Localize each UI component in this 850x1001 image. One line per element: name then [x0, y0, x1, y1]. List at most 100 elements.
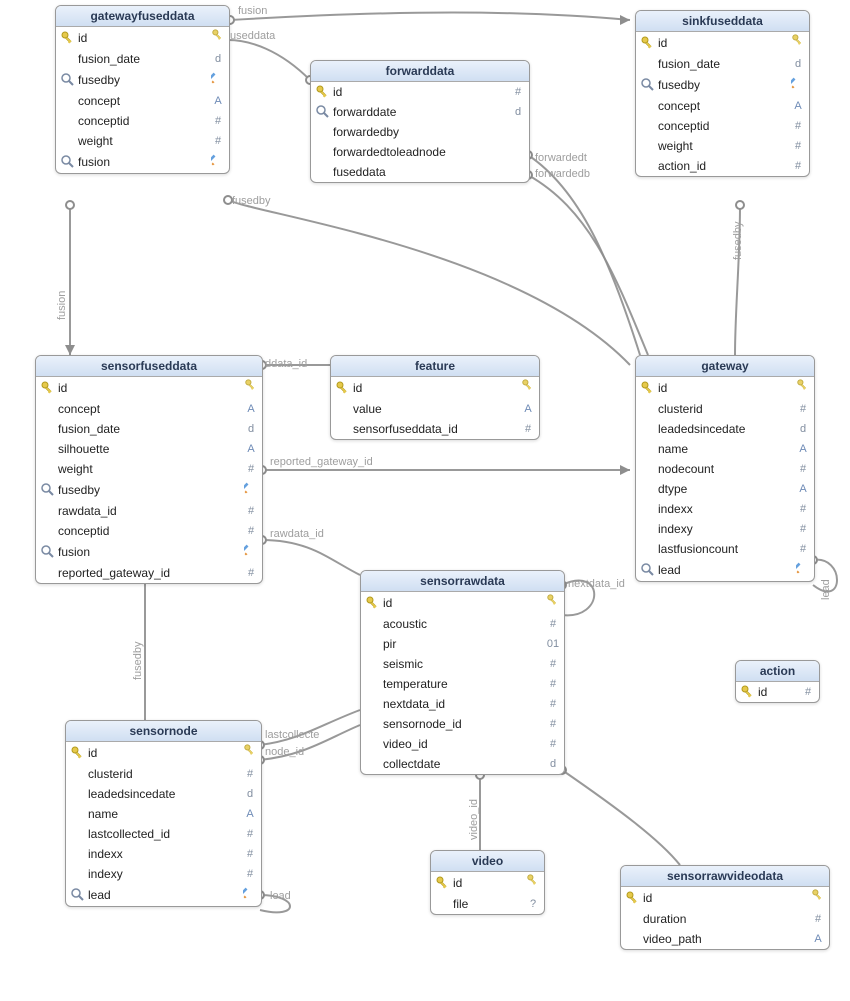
- edge-label-lead: lead: [820, 579, 832, 600]
- table-title: sensorfuseddata: [36, 356, 262, 377]
- column-row[interactable]: weight: [56, 131, 229, 151]
- column-row[interactable]: name: [636, 439, 814, 459]
- column-row[interactable]: forwardedby: [311, 122, 529, 142]
- column-row[interactable]: fusedby: [56, 69, 229, 91]
- column-row[interactable]: indexx: [636, 499, 814, 519]
- column-name: nextdata_id: [383, 695, 544, 713]
- column-row[interactable]: fusion_date: [636, 54, 809, 74]
- column-row[interactable]: lead: [636, 559, 814, 581]
- column-row[interactable]: id: [311, 82, 529, 102]
- column-row[interactable]: id: [636, 32, 809, 54]
- key-icon: [625, 890, 641, 906]
- column-row[interactable]: fusion_date: [36, 419, 262, 439]
- column-row[interactable]: id: [431, 872, 544, 894]
- key-icon: [435, 875, 451, 891]
- type-key-icon: [244, 378, 258, 398]
- type-ref-icon: [244, 542, 258, 562]
- edge-label-reported_gateway_id: reported_gateway_id: [270, 456, 373, 468]
- column-row[interactable]: forwarddate: [311, 102, 529, 122]
- type-text-icon: [244, 400, 258, 418]
- table-sensornode[interactable]: sensornode idclusteridleadedsincedatenam…: [65, 720, 262, 907]
- column-row[interactable]: id: [331, 377, 539, 399]
- column-row[interactable]: indexy: [66, 864, 261, 884]
- type-number-icon: [243, 825, 257, 843]
- column-row[interactable]: fusedby: [636, 74, 809, 96]
- table-sinkfuseddata[interactable]: sinkfuseddata idfusion_datefusedbyconcep…: [635, 10, 810, 177]
- column-name: video_path: [643, 930, 809, 948]
- column-name: leadedsincedate: [88, 785, 241, 803]
- column-name: indexx: [88, 845, 241, 863]
- column-row[interactable]: collectdate: [361, 754, 564, 774]
- column-row[interactable]: leadedsincedate: [636, 419, 814, 439]
- column-row[interactable]: clusterid: [636, 399, 814, 419]
- column-row[interactable]: video_id: [361, 734, 564, 754]
- column-row[interactable]: concept: [636, 96, 809, 116]
- column-row[interactable]: pir: [361, 634, 564, 654]
- column-row[interactable]: forwardedtoleadnode: [311, 142, 529, 162]
- column-row[interactable]: name: [66, 804, 261, 824]
- column-row[interactable]: file: [431, 894, 544, 914]
- column-row[interactable]: weight: [36, 459, 262, 479]
- table-forwarddata[interactable]: forwarddata idforwarddateforwardedbyforw…: [310, 60, 530, 183]
- column-row[interactable]: sensorfuseddata_id: [331, 419, 539, 439]
- type-number-icon: [546, 675, 560, 693]
- column-row[interactable]: lastfusioncount: [636, 539, 814, 559]
- column-row[interactable]: clusterid: [66, 764, 261, 784]
- column-row[interactable]: reported_gateway_id: [36, 563, 262, 583]
- column-row[interactable]: id: [66, 742, 261, 764]
- column-row[interactable]: temperature: [361, 674, 564, 694]
- type-text-icon: [791, 97, 805, 115]
- table-title: video: [431, 851, 544, 872]
- column-name: concept: [58, 400, 242, 418]
- table-sensorfuseddata[interactable]: sensorfuseddata idconceptfusion_datesilh…: [35, 355, 263, 584]
- column-row[interactable]: concept: [36, 399, 262, 419]
- column-row[interactable]: conceptid: [636, 116, 809, 136]
- column-row[interactable]: indexy: [636, 519, 814, 539]
- column-row[interactable]: acoustic: [361, 614, 564, 634]
- column-row[interactable]: id: [621, 887, 829, 909]
- table-gatewayfuseddata[interactable]: gatewayfuseddata idfusion_datefusedbycon…: [55, 5, 230, 174]
- column-row[interactable]: nextdata_id: [361, 694, 564, 714]
- table-video[interactable]: video idfile: [430, 850, 545, 915]
- table-sensorrawdata[interactable]: sensorrawdata idacousticpirseismictemper…: [360, 570, 565, 775]
- column-row[interactable]: fusion: [36, 541, 262, 563]
- table-sensorrawvideodata[interactable]: sensorrawvideodata iddurationvideo_path: [620, 865, 830, 950]
- column-row[interactable]: fuseddata: [311, 162, 529, 182]
- column-row[interactable]: dtype: [636, 479, 814, 499]
- column-row[interactable]: id: [636, 377, 814, 399]
- column-row[interactable]: rawdata_id: [36, 501, 262, 521]
- column-row[interactable]: fusion_date: [56, 49, 229, 69]
- column-row[interactable]: leadedsincedate: [66, 784, 261, 804]
- column-row[interactable]: conceptid: [36, 521, 262, 541]
- column-name: forwardedby: [333, 123, 509, 141]
- table-gateway[interactable]: gateway idclusteridleadedsincedatenameno…: [635, 355, 815, 582]
- columns: idclusteridleadedsincedatenamenodecountd…: [636, 377, 814, 581]
- type-ref-icon: [791, 75, 805, 95]
- column-row[interactable]: fusion: [56, 151, 229, 173]
- table-feature[interactable]: feature idvaluesensorfuseddata_id: [330, 355, 540, 440]
- column-row[interactable]: id: [56, 27, 229, 49]
- column-row[interactable]: concept: [56, 91, 229, 111]
- column-row[interactable]: lastcollected_id: [66, 824, 261, 844]
- column-row[interactable]: sensornode_id: [361, 714, 564, 734]
- type-key-icon: [811, 888, 825, 908]
- column-row[interactable]: lead: [66, 884, 261, 906]
- column-name: conceptid: [658, 117, 789, 135]
- column-row[interactable]: fusedby: [36, 479, 262, 501]
- column-row[interactable]: seismic: [361, 654, 564, 674]
- column-row[interactable]: action_id: [636, 156, 809, 176]
- column-row[interactable]: id: [736, 682, 819, 702]
- column-row[interactable]: id: [36, 377, 262, 399]
- column-row[interactable]: indexx: [66, 844, 261, 864]
- column-row[interactable]: id: [361, 592, 564, 614]
- column-row[interactable]: nodecount: [636, 459, 814, 479]
- column-row[interactable]: weight: [636, 136, 809, 156]
- type-number-icon: [791, 137, 805, 155]
- column-row[interactable]: conceptid: [56, 111, 229, 131]
- column-row[interactable]: silhouette: [36, 439, 262, 459]
- column-row[interactable]: video_path: [621, 929, 829, 949]
- column-row[interactable]: duration: [621, 909, 829, 929]
- table-action[interactable]: action id: [735, 660, 820, 703]
- type-date-icon: [546, 755, 560, 773]
- column-row[interactable]: value: [331, 399, 539, 419]
